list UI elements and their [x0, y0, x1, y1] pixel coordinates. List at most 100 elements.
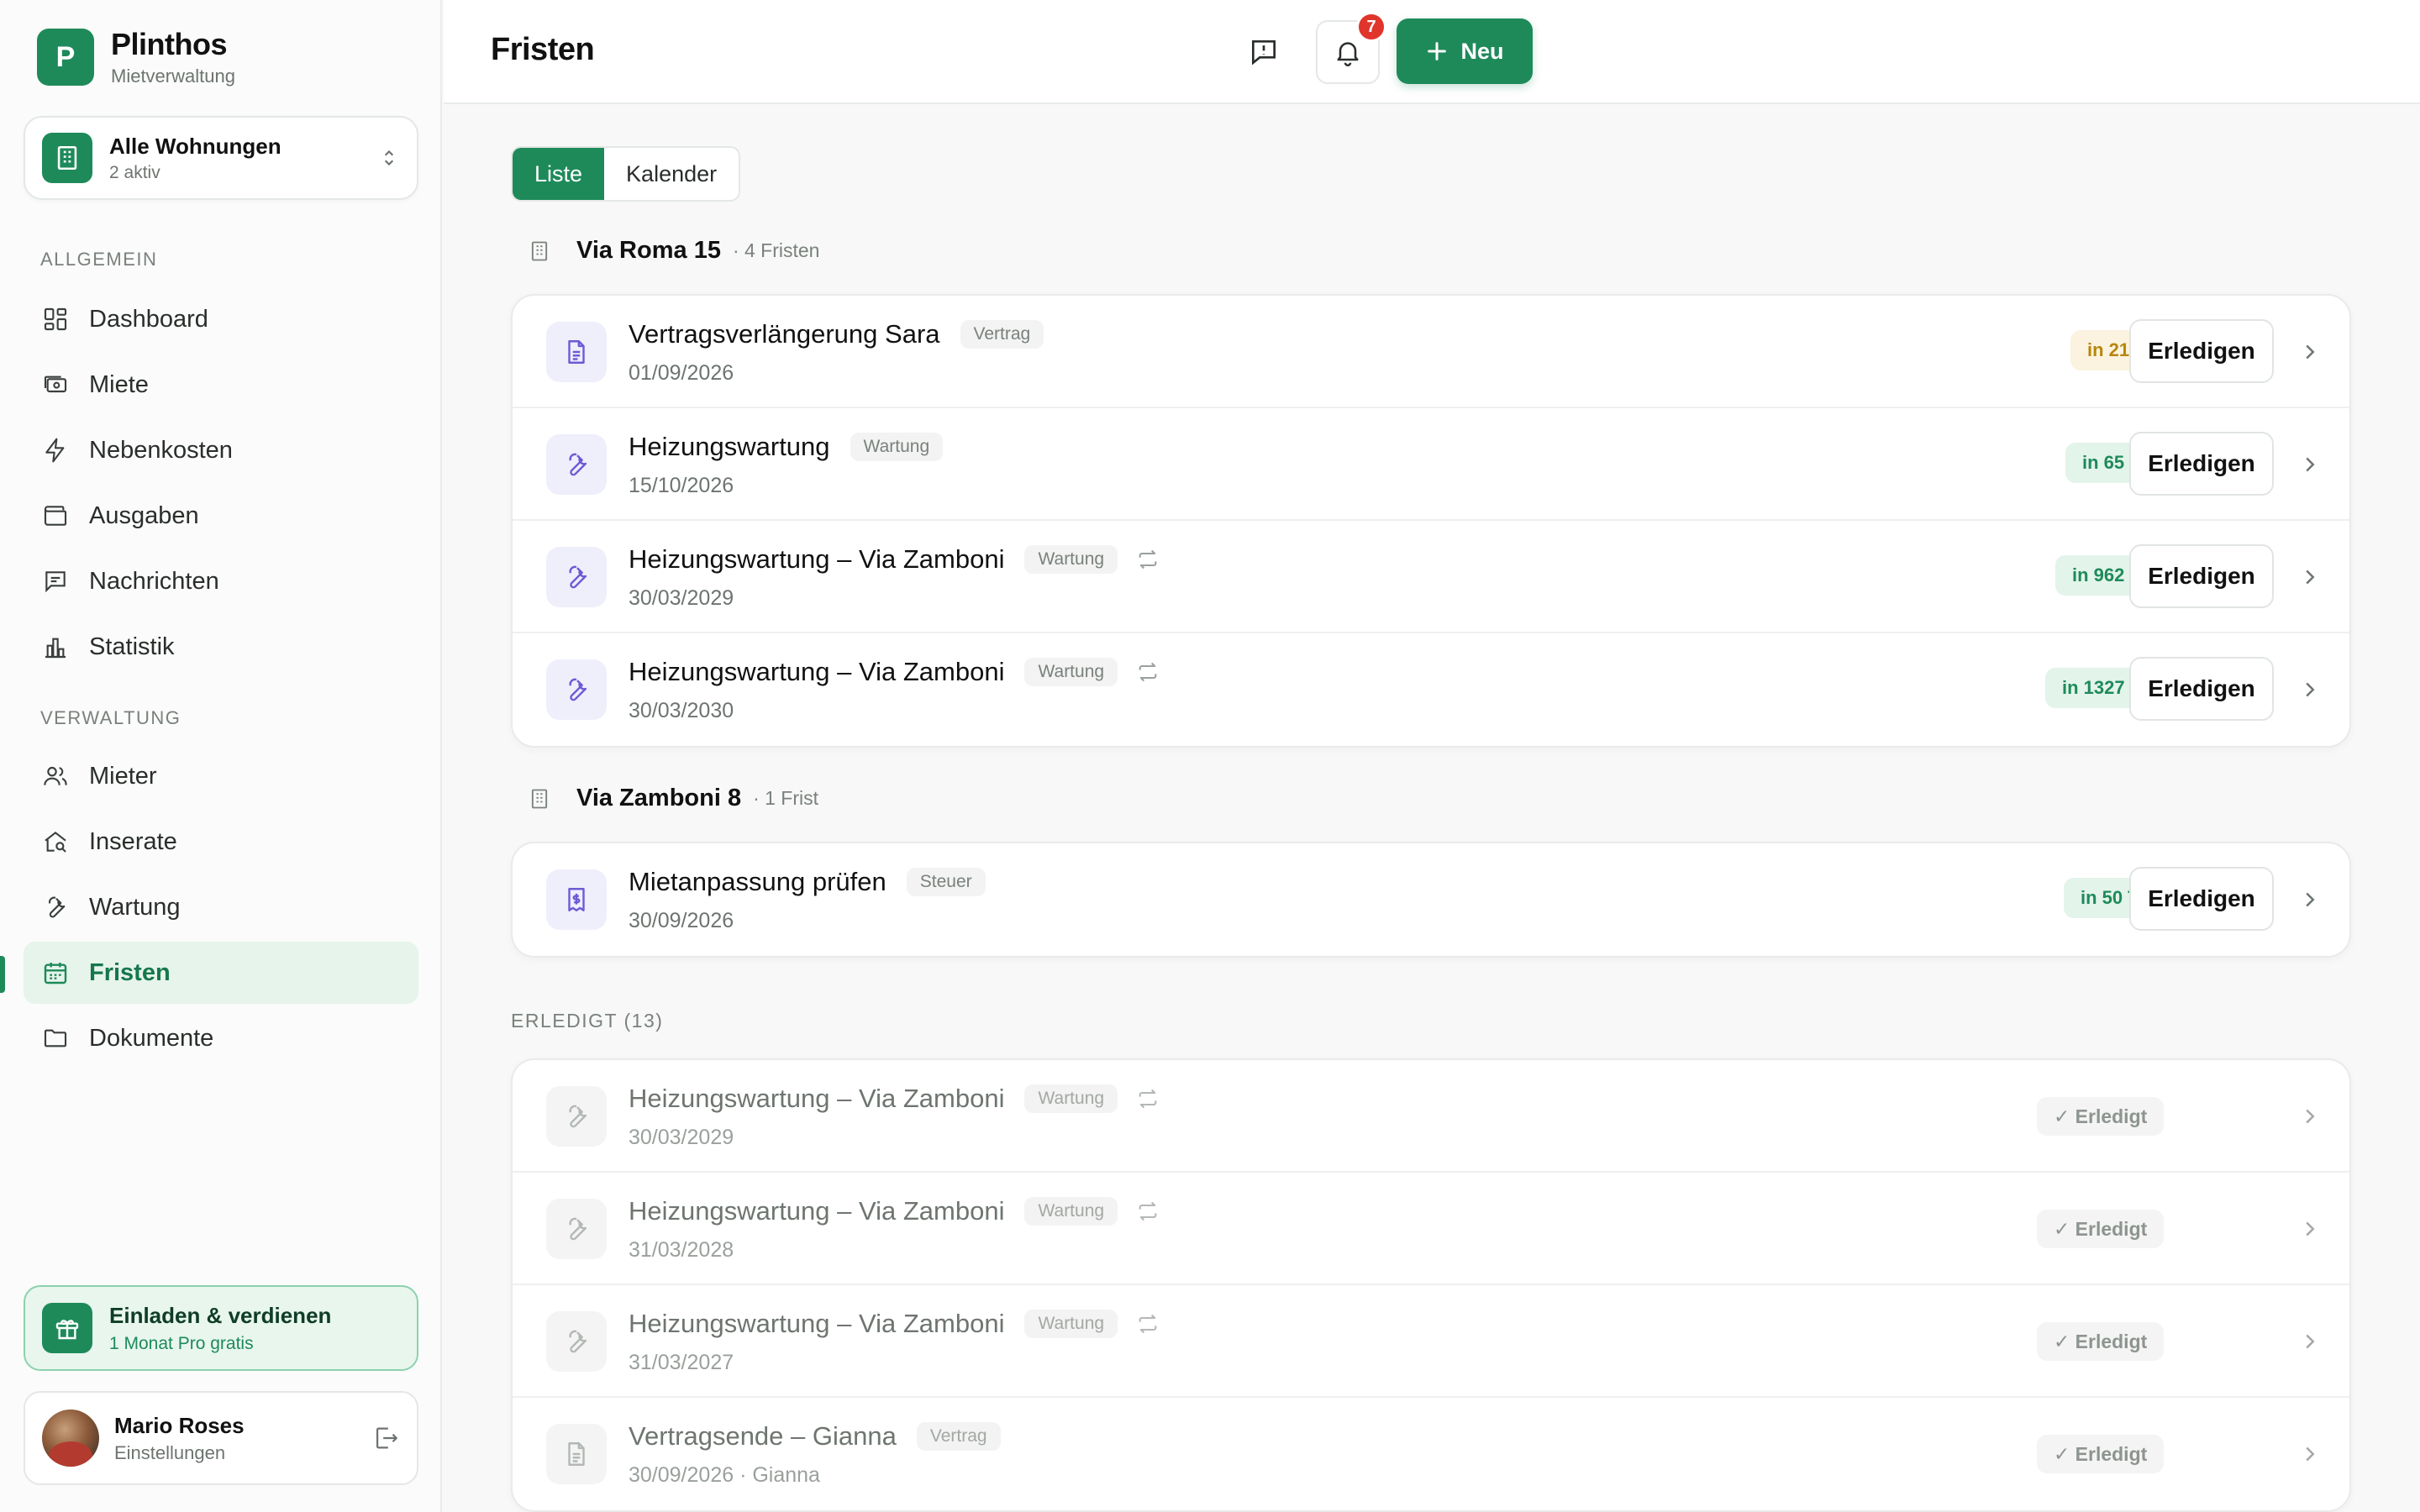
section-label-general: ALLGEMEIN: [40, 249, 158, 270]
completed-row[interactable]: Heizungswartung – Via Zamboni Wartung 31…: [513, 1285, 2349, 1398]
sidebar-item-label: Dokumente: [89, 1024, 214, 1052]
sidebar-item-ausgaben[interactable]: Ausgaben: [24, 485, 418, 547]
wrench-icon: [546, 1086, 607, 1147]
completed-badge: ✓ Erledigt: [2037, 1210, 2165, 1248]
chevron-right-icon[interactable]: [2297, 452, 2323, 477]
category-tag: Steuer: [906, 868, 986, 896]
building-icon: [528, 239, 551, 263]
feedback-icon: [1248, 36, 1280, 68]
view-toggle: Liste Kalender: [511, 146, 741, 202]
completed-card: Heizungswartung – Via Zamboni Wartung 30…: [511, 1058, 2351, 1512]
wrench-icon: [546, 1311, 607, 1372]
sidebar-item-label: Fristen: [89, 958, 171, 986]
deadline-date: 30/03/2030: [629, 699, 734, 722]
completed-row[interactable]: Heizungswartung – Via Zamboni Wartung 31…: [513, 1173, 2349, 1285]
brand-logo: P: [37, 29, 94, 86]
deadline-title: Vertragsende – Gianna: [629, 1421, 897, 1451]
group-count: · 4 Fristen: [732, 239, 820, 261]
category-tag: Wartung: [1024, 1197, 1118, 1226]
sidebar-item-miete[interactable]: Miete: [24, 354, 418, 416]
sidebar-item-mieter[interactable]: Mieter: [24, 745, 418, 807]
gift-icon: [42, 1303, 92, 1353]
brand[interactable]: P Plinthos Mietverwaltung: [37, 27, 235, 87]
deadline-title: Heizungswartung – Via Zamboni: [629, 1084, 1005, 1113]
chevron-right-icon[interactable]: [2297, 887, 2323, 912]
deadline-title: Heizungswartung – Via Zamboni: [629, 1309, 1005, 1338]
complete-button[interactable]: Erledigen: [2129, 319, 2274, 383]
sidebar-item-dokumente[interactable]: Dokumente: [24, 1007, 418, 1069]
group-count: · 1 Frist: [753, 787, 819, 809]
deadline-date: 31/03/2028: [629, 1238, 734, 1262]
sidebar-item-wartung[interactable]: Wartung: [24, 876, 418, 938]
completed-row[interactable]: Vertragsende – Gianna Vertrag 30/09/2026…: [513, 1398, 2349, 1510]
lightning-icon: [40, 435, 71, 465]
chevron-right-icon[interactable]: [2297, 564, 2323, 590]
sidebar-item-statistik[interactable]: Statistik: [24, 616, 418, 678]
notifications-button[interactable]: 7: [1316, 12, 1386, 84]
complete-button[interactable]: Erledigen: [2129, 657, 2274, 721]
deadline-title: Heizungswartung – Via Zamboni: [629, 544, 1005, 574]
invite-title: Einladen & verdienen: [109, 1302, 332, 1328]
logout-icon[interactable]: [371, 1424, 400, 1452]
deadline-row[interactable]: Heizungswartung Wartung 15/10/2026 in 65…: [513, 408, 2349, 521]
sidebar-item-label: Nachrichten: [89, 567, 219, 595]
new-button[interactable]: Neu: [1397, 18, 1533, 84]
sidebar-item-dashboard[interactable]: Dashboard: [24, 288, 418, 350]
category-tag: Wartung: [1024, 545, 1118, 574]
wrench-icon: [546, 434, 607, 495]
sidebar-item-label: Dashboard: [89, 305, 208, 333]
sidebar-item-label: Inserate: [89, 827, 177, 855]
chevron-right-icon[interactable]: [2297, 1104, 2323, 1129]
tab-kalender[interactable]: Kalender: [604, 148, 739, 200]
group-name: Via Roma 15: [576, 237, 721, 264]
sidebar-item-nachrichten[interactable]: Nachrichten: [24, 550, 418, 612]
complete-button[interactable]: Erledigen: [2129, 544, 2274, 608]
plus-icon: [1425, 39, 1460, 63]
sidebar-item-inserate[interactable]: Inserate: [24, 811, 418, 873]
deadline-date: 15/10/2026: [629, 474, 734, 497]
category-tag: Vertrag: [916, 1422, 1001, 1451]
category-tag: Wartung: [1024, 1310, 1118, 1338]
completed-badge: ✓ Erledigt: [2037, 1435, 2165, 1473]
chevron-right-icon[interactable]: [2297, 1441, 2323, 1467]
sidebar-item-fristen[interactable]: Fristen: [24, 942, 418, 1004]
invite-banner[interactable]: Einladen & verdienen 1 Monat Pro gratis: [24, 1285, 418, 1371]
wrench-icon: [546, 1199, 607, 1259]
tab-liste[interactable]: Liste: [513, 148, 605, 200]
notification-count-badge: 7: [1356, 12, 1386, 42]
category-tag: Wartung: [850, 433, 944, 461]
feedback-button[interactable]: [1245, 34, 1282, 71]
complete-button[interactable]: Erledigen: [2129, 867, 2274, 931]
deadline-row[interactable]: Heizungswartung – Via Zamboni Wartung 30…: [513, 633, 2349, 746]
folder-icon: [40, 1023, 71, 1053]
sidebar-item-label: Mieter: [89, 762, 157, 790]
repeat-icon: [1136, 1200, 1160, 1223]
bell-icon: [1333, 37, 1363, 67]
property-switcher[interactable]: Alle Wohnungen 2 aktiv: [24, 116, 418, 200]
deadline-row[interactable]: Heizungswartung – Via Zamboni Wartung 30…: [513, 521, 2349, 633]
document-icon: [546, 322, 607, 382]
document-icon: [546, 1424, 607, 1484]
completed-row[interactable]: Heizungswartung – Via Zamboni Wartung 30…: [513, 1060, 2349, 1173]
completed-section-label: ERLEDIGT (13): [511, 1010, 664, 1032]
chevron-right-icon[interactable]: [2297, 677, 2323, 702]
deadline-title: Heizungswartung – Via Zamboni: [629, 1196, 1005, 1226]
users-icon: [40, 761, 71, 791]
deadline-date: 01/09/2026: [629, 361, 734, 385]
complete-button[interactable]: Erledigen: [2129, 432, 2274, 496]
wrench-icon: [546, 659, 607, 720]
chevron-right-icon[interactable]: [2297, 339, 2323, 365]
sidebar-item-nebenkosten[interactable]: Nebenkosten: [24, 419, 418, 481]
new-button-label: Neu: [1460, 38, 1504, 64]
deadline-row[interactable]: Vertragsverlängerung Sara Vertrag 01/09/…: [513, 296, 2349, 408]
deadline-date: 31/03/2027: [629, 1351, 734, 1374]
deadline-title: Vertragsverlängerung Sara: [629, 319, 940, 349]
bar-chart-icon: [40, 632, 71, 662]
deadline-row[interactable]: Mietanpassung prüfen Steuer 30/09/2026 i…: [513, 843, 2349, 956]
chevron-right-icon[interactable]: [2297, 1216, 2323, 1242]
deadline-card: Mietanpassung prüfen Steuer 30/09/2026 i…: [511, 842, 2351, 958]
user-settings-link[interactable]: Einstellungen: [114, 1442, 371, 1464]
switcher-subtitle: 2 aktiv: [109, 162, 160, 182]
user-card[interactable]: Mario Roses Einstellungen: [24, 1391, 418, 1485]
chevron-right-icon[interactable]: [2297, 1329, 2323, 1354]
